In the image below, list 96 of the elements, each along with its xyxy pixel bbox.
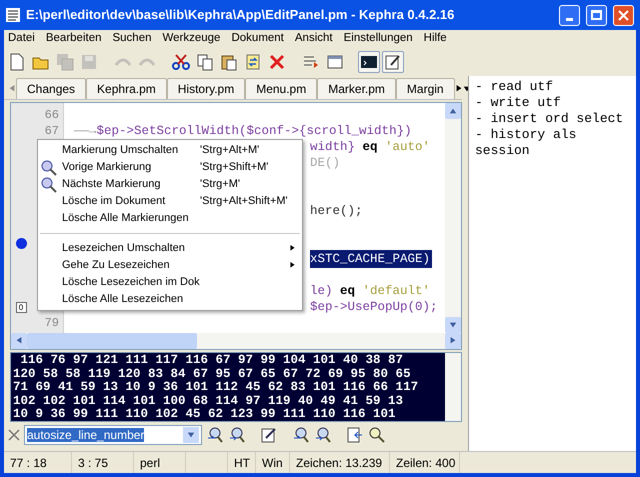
file-tab[interactable]: Kephra.pm [86,78,167,99]
code-line: DE() [310,154,340,172]
toolbar-button[interactable] [358,51,380,73]
find-next-icon[interactable] [314,426,332,444]
toolbar-button[interactable] [382,51,404,73]
vertical-scrollbar[interactable] [445,103,461,333]
submenu-arrow-icon [289,245,296,252]
replace-icon[interactable] [260,426,278,444]
close-button[interactable] [613,4,634,26]
status-text: Win [262,454,283,472]
output-line: 116 76 97 121 111 117 116 67 97 99 104 101 40 38 87 [20,354,404,368]
menu-item[interactable]: Suchen [112,30,152,48]
output-line: 120 58 58 119 120 83 84 67 95 67 65 67 72 69 95 80 65 [13,368,412,381]
note-line: - insert ord select [475,111,624,127]
menu-item[interactable]: Bearbeiten [46,30,102,48]
scroll-button[interactable] [445,317,461,333]
maximize-button[interactable] [586,4,607,26]
menu-item[interactable]: Markierung Umschalten 'Strg+Alt+M' [38,142,302,159]
new-file-icon [8,53,26,71]
menu-item[interactable]: Gehe Zu Lesezeichen [38,257,302,274]
scroll-button[interactable] [445,103,461,119]
delete-icon [268,53,286,71]
find-next-icon[interactable] [228,426,246,444]
menu-item[interactable]: Einstellungen [344,30,413,48]
horizontal-scrollbar[interactable] [11,333,461,349]
down-arrow-icon [187,431,195,439]
menu-item[interactable]: Lösche Alle Markierungen [38,210,302,227]
file-tab[interactable]: Margin [396,78,455,99]
file-tab[interactable]: Marker.pm [317,78,396,99]
status-text: perl [140,454,160,472]
right-arrow-icon [454,85,463,93]
note-line: - read utf [475,79,554,95]
window-icon [326,53,344,71]
note-line: session [475,143,531,159]
document-icon [6,8,20,22]
menu-item[interactable]: Lesezeichen Umschalten [38,240,302,257]
edit-note-icon [384,53,402,71]
code-line: ——→$ep->SetScrollWidth($conf->{scroll_width}) [74,122,412,140]
menu-item[interactable]: Dokument [231,30,284,48]
scissors-icon [172,53,190,71]
line-number: 66 [44,107,59,124]
line-number: 79 [44,315,59,332]
code-line: width} eq 'auto' [310,138,430,156]
disks-icon [56,53,74,71]
status-text: Zeilen: 400 [396,454,456,472]
menu-item[interactable]: Ansicht [294,30,333,48]
menu-item[interactable]: Lösche Lesezeichen im Dok [38,274,302,291]
menu-item[interactable]: Datei [8,30,35,48]
code-line: $ep->UsePopUp(0); [310,298,438,316]
file-tab[interactable]: History.pm [166,78,246,99]
find-previous-icon[interactable] [292,426,310,444]
paste-icon [220,53,238,71]
right-arrow-icon [449,337,457,345]
line-number: 67 [44,123,59,140]
submenu-arrow-icon [289,262,296,269]
down-arrow-icon [449,321,457,329]
output-line: 102 102 101 114 101 100 68 114 97 119 40 49 41 59 13 [13,394,404,408]
code-line: le) eq 'default' [310,282,430,300]
window-title: E:\perl\editor\dev\base\lib\Kephra\App\EditPanel.pm - Kephra 0.4.2.16 [26,6,456,24]
scroll-button[interactable] [445,333,461,349]
close-icon[interactable] [8,429,20,441]
output-line: 71 69 41 59 13 10 9 36 101 112 45 62 83 101 116 66 117 [13,381,420,394]
goto-line-icon[interactable] [346,426,364,444]
minimize-button[interactable] [559,4,580,26]
menu-item[interactable]: Hilfe [424,30,447,48]
status-text: Zeichen: 13.239 [296,454,382,472]
close-icon [618,10,629,20]
terminal-icon [360,53,378,71]
search-field[interactable]: autosize_line_number [24,425,202,445]
vertical-scrollbar[interactable] [445,353,461,421]
find-previous-icon[interactable] [206,426,224,444]
up-arrow-icon [449,107,457,115]
menu-item[interactable]: Vorige Markierung 'Strg+Shift+M' [38,159,302,176]
copy-icon [196,53,214,71]
magnifier-icon [41,176,57,192]
note-line: - write utf [475,95,562,111]
scroll-button[interactable] [11,333,27,349]
left-arrow-icon [8,85,16,93]
status-text: HT [234,454,250,472]
menu-item[interactable]: Lösche im Dokument 'Strg+Alt+Shift+M' [38,193,302,210]
code-line: here(); [310,202,363,220]
file-tab[interactable]: Menu.pm [245,78,318,99]
note-line: - history als [475,127,578,143]
search-icon[interactable] [368,426,386,444]
menu-item[interactable]: Werkzeuge [162,30,220,48]
status-text: 3 : 75 [78,454,108,472]
output-line: 10 9 36 99 111 110 102 45 62 123 99 111 110 116 101 [13,408,397,422]
status-text: 77 : 18 [10,454,47,472]
swap-pages-icon [244,53,262,71]
left-arrow-icon [15,337,23,345]
magnifier-icon [41,160,57,176]
menu-item[interactable]: Nächste Markierung 'Strg+M' [38,176,302,193]
menu-item[interactable]: Lösche Alle Lesezeichen [38,291,302,308]
bookmark-marker: 0 [16,302,26,312]
file-tab[interactable]: Changes [16,78,86,99]
dropdown-button[interactable] [183,427,199,443]
